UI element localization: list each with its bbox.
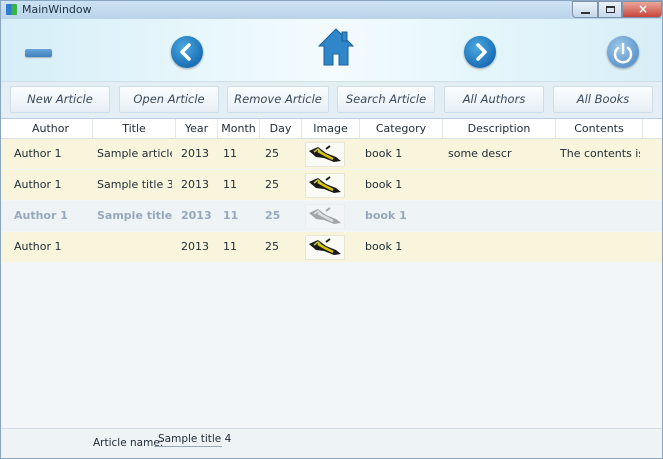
cell-month: 11	[223, 178, 237, 191]
open-article-button[interactable]: Open Article	[119, 86, 219, 113]
all-books-button[interactable]: All Books	[553, 86, 653, 113]
table-row-selected[interactable]: Author 1 Sample title 4 2013 11 25 book …	[1, 201, 662, 231]
power-button[interactable]	[607, 36, 639, 68]
arrow-left-icon	[180, 43, 191, 61]
minimize-icon	[581, 12, 590, 14]
cell-contents	[560, 170, 640, 200]
cell-month: 11	[223, 240, 237, 253]
cell-title: Sample title 3	[97, 178, 172, 191]
new-article-button[interactable]: New Article	[10, 86, 110, 113]
search-article-button[interactable]: Search Article	[337, 86, 435, 113]
toolbar: New Article Open Article Remove Article …	[1, 82, 662, 119]
thumbnail-image	[305, 235, 345, 260]
all-authors-button[interactable]: All Authors	[444, 86, 544, 113]
cell-description: some descr	[448, 147, 512, 160]
window-title: MainWindow	[22, 3, 92, 16]
cell-category: book 1	[365, 209, 407, 222]
home-button[interactable]	[317, 27, 355, 67]
cell-description	[448, 232, 548, 262]
cell-day: 25	[265, 147, 279, 160]
minimize-button[interactable]	[572, 1, 598, 18]
cell-description	[448, 201, 548, 231]
menu-bar-icon[interactable]	[25, 49, 52, 57]
article-name-label: Article name:	[93, 437, 164, 449]
cell-contents	[560, 201, 640, 231]
cell-author: Author 1	[14, 147, 62, 160]
table-header: Author Title Year Month Day Image Catego…	[1, 119, 662, 139]
cell-description	[448, 170, 548, 200]
cell-year: 2013	[181, 147, 209, 160]
status-bar: Article name: Sample title 4	[1, 428, 662, 458]
column-header-day[interactable]: Day	[260, 119, 302, 138]
cell-author: Author 1	[14, 240, 62, 253]
column-header-author[interactable]: Author	[9, 119, 93, 138]
maximize-button[interactable]	[598, 1, 622, 18]
cell-month: 11	[223, 209, 239, 222]
title-bar[interactable]: MainWindow ×	[1, 1, 662, 20]
cell-category: book 1	[365, 147, 403, 160]
cell-year: 2013	[181, 209, 212, 222]
cell-contents	[560, 232, 640, 262]
cell-category: book 1	[365, 240, 403, 253]
cell-contents: The contents is l	[560, 147, 640, 160]
app-icon	[6, 4, 17, 15]
cell-month: 11	[223, 147, 237, 160]
table-row[interactable]: Author 1 2013 11 25 book 1	[1, 232, 662, 262]
main-window: MainWindow × New Article Open Article Re…	[0, 0, 663, 459]
cell-title	[97, 232, 172, 262]
remove-article-button[interactable]: Remove Article	[227, 86, 329, 113]
forward-button[interactable]	[464, 36, 496, 68]
maximize-icon	[606, 6, 615, 13]
article-name-field[interactable]: Sample title 4	[154, 432, 231, 447]
close-icon: ×	[638, 2, 649, 16]
thumbnail-image	[305, 204, 345, 229]
column-header-description[interactable]: Description	[443, 119, 556, 138]
column-header-image[interactable]: Image	[302, 119, 360, 138]
cell-title: Sample article 1	[97, 147, 172, 160]
cell-author: Author 1	[14, 178, 62, 191]
cell-category: book 1	[365, 178, 403, 191]
table-row[interactable]: Author 1 Sample article 1 2013 11 25 boo…	[1, 139, 662, 169]
power-icon	[613, 42, 633, 64]
column-header-title[interactable]: Title	[93, 119, 176, 138]
navigation-bar	[1, 19, 662, 82]
column-header-category[interactable]: Category	[360, 119, 443, 138]
cell-day: 25	[265, 209, 281, 222]
thumbnail-image	[305, 173, 345, 198]
cell-year: 2013	[181, 240, 209, 253]
column-header-month[interactable]: Month	[218, 119, 260, 138]
column-header-contents[interactable]: Contents	[556, 119, 643, 138]
table-row[interactable]: Author 1 Sample title 3 2013 11 25 book …	[1, 170, 662, 200]
arrow-right-icon	[476, 43, 487, 61]
column-header-year[interactable]: Year	[176, 119, 218, 138]
cell-day: 25	[265, 240, 279, 253]
back-button[interactable]	[171, 36, 203, 68]
articles-table[interactable]: Author Title Year Month Day Image Catego…	[1, 119, 662, 429]
thumbnail-image	[305, 142, 345, 167]
cell-day: 25	[265, 178, 279, 191]
cell-title: Sample title 4	[97, 209, 172, 222]
home-icon	[317, 28, 355, 66]
close-button[interactable]: ×	[622, 1, 662, 18]
cell-author: Author 1	[14, 209, 68, 222]
cell-year: 2013	[181, 178, 209, 191]
